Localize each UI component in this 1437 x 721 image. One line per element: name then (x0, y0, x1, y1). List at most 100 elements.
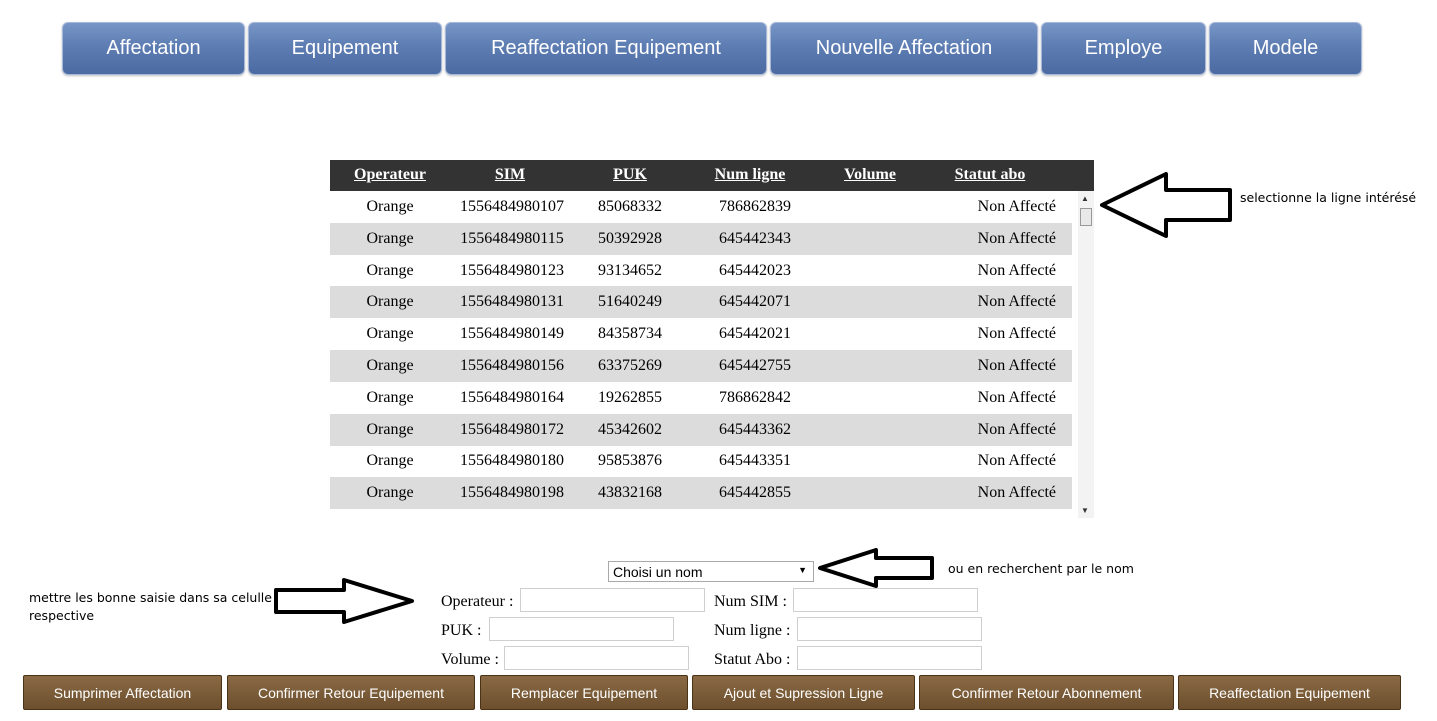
name-select[interactable]: Choisi un nom ▼ (608, 561, 814, 582)
arrow-left-icon (818, 548, 934, 588)
confirmer-retour-abonnement-button[interactable]: Confirmer Retour Abonnement (919, 675, 1174, 710)
cell-operateur: Orange (366, 325, 414, 343)
operateur-input[interactable] (520, 588, 705, 612)
num-sim-label: Num SIM : (714, 593, 787, 610)
supprimer-affectation-button[interactable]: Sumprimer Affectation (23, 675, 222, 710)
confirmer-retour-equipement-button[interactable]: Confirmer Retour Equipement (227, 675, 475, 710)
cell-puk: 45342602 (598, 420, 662, 438)
statut-abo-label: Statut Abo : (714, 651, 791, 668)
num-ligne-input[interactable] (797, 617, 982, 641)
table-row[interactable]: Orange 1556484980198 43832168 645442855 Non … (330, 477, 1072, 510)
cell-puk: 84358734 (598, 325, 662, 343)
table-row[interactable]: Orange 1556484980131 51640249 645442071 Non … (330, 286, 1072, 319)
cell-statut-abo: Non Affecté (977, 388, 1056, 406)
cell-operateur: Orange (366, 388, 414, 406)
cell-puk: 85068332 (598, 198, 662, 215)
cell-statut-abo: Non Affecté (977, 229, 1056, 247)
table-row[interactable]: Orange 1556484980172 45342602 645443362 Non … (330, 413, 1072, 446)
cell-puk: 95853876 (598, 452, 662, 470)
column-header-volume[interactable]: Volume (830, 166, 910, 184)
puk-label: PUK : (441, 622, 482, 639)
cell-puk: 43832168 (598, 484, 662, 502)
cell-sim: 1556484980131 (460, 293, 564, 311)
cell-sim: 1556484980180 (460, 452, 564, 470)
cell-num-ligne: 645443351 (719, 452, 791, 470)
ajout-supression-ligne-button[interactable]: Ajout et Supression Ligne (692, 675, 915, 710)
column-header-puk[interactable]: PUK (590, 166, 670, 184)
annotation-search-name: ou en recherchent par le nom (948, 561, 1134, 576)
remplacer-equipement-button[interactable]: Remplacer Equipement (480, 675, 688, 710)
cell-puk: 19262855 (598, 388, 662, 406)
column-header-num-ligne[interactable]: Num ligne (700, 166, 800, 184)
puk-input[interactable] (489, 617, 674, 641)
cell-operateur: Orange (366, 452, 414, 470)
num-sim-input[interactable] (793, 588, 978, 612)
column-header-operateur[interactable]: Operateur (350, 166, 430, 184)
volume-label: Volume : (441, 651, 499, 668)
scroll-up-icon[interactable]: ▲ (1081, 194, 1089, 203)
table-row[interactable]: Orange 1556484980107 85068332 786862839 Non … (330, 191, 1072, 223)
cell-statut-abo: Non Affecté (977, 293, 1056, 311)
cell-puk: 50392928 (598, 229, 662, 247)
table-row[interactable]: Orange 1556484980149 84358734 645442021 Non … (330, 318, 1072, 350)
nav-modele-button[interactable]: Modele (1209, 22, 1362, 75)
table-row[interactable]: Orange 1556484980156 63375269 645442755 Non … (330, 350, 1072, 382)
num-ligne-label: Num ligne : (714, 622, 791, 639)
cell-puk: 63375269 (598, 357, 662, 374)
column-header-sim[interactable]: SIM (470, 166, 550, 184)
annotation-select-row: selectionne la ligne intérésé (1240, 190, 1417, 205)
nav-nouvelle-affectation-button[interactable]: Nouvelle Affectation (770, 22, 1038, 75)
cell-operateur: Orange (366, 357, 414, 374)
nav-employe-button[interactable]: Employe (1041, 22, 1206, 75)
nav-equipement-button[interactable]: Equipement (248, 22, 442, 75)
cell-num-ligne: 645443362 (719, 420, 791, 438)
volume-input[interactable] (504, 646, 689, 670)
lines-table: Operateur SIM PUK Num ligne Volume Statu… (330, 160, 1094, 518)
cell-num-ligne: 645442755 (719, 357, 791, 374)
scroll-down-icon[interactable]: ▼ (1081, 506, 1089, 515)
arrow-left-icon (1100, 172, 1232, 238)
cell-statut-abo: Non Affecté (977, 261, 1056, 279)
cell-operateur: Orange (366, 198, 414, 215)
top-nav: Affectation Equipement Reaffectation Equ… (62, 22, 1365, 77)
table-row[interactable]: Orange 1556484980123 93134652 645442023 Non … (330, 255, 1072, 287)
table-row[interactable]: Orange 1556484980164 19262855 786862842 Non … (330, 382, 1072, 414)
cell-num-ligne: 786862839 (719, 198, 791, 215)
cell-sim: 1556484980115 (460, 229, 564, 247)
reaffectation-equipement-button[interactable]: Reaffectation Equipement (1178, 675, 1401, 710)
cell-operateur: Orange (366, 261, 414, 279)
operateur-label: Operateur : (441, 593, 514, 610)
nav-affectation-button[interactable]: Affectation (62, 22, 245, 75)
cell-statut-abo: Non Affecté (977, 325, 1056, 343)
column-header-statut-abo[interactable]: Statut abo (940, 166, 1040, 184)
cell-statut-abo: Non Affecté (977, 452, 1056, 470)
table-body: Orange 1556484980107 85068332 786862839 Non … (330, 191, 1072, 518)
nav-reaffectation-equipement-button[interactable]: Reaffectation Equipement (445, 22, 767, 75)
cell-num-ligne: 645442023 (719, 261, 791, 279)
statut-abo-input[interactable] (797, 646, 982, 670)
cell-num-ligne: 645442855 (719, 484, 791, 502)
cell-operateur: Orange (366, 420, 414, 438)
cell-puk: 93134652 (598, 261, 662, 279)
cell-num-ligne: 645442343 (719, 229, 791, 247)
cell-operateur: Orange (366, 293, 414, 311)
table-scrollbar[interactable]: ▲ ▼ (1078, 191, 1094, 518)
cell-statut-abo: Non Affecté (977, 357, 1056, 374)
table-header: Operateur SIM PUK Num ligne Volume Statu… (330, 160, 1094, 191)
table-row[interactable]: Orange 1556484980180 95853876 645443351 Non … (330, 445, 1072, 477)
cell-sim: 1556484980123 (460, 261, 564, 279)
arrow-right-icon (274, 578, 414, 624)
scroll-thumb[interactable] (1080, 208, 1092, 226)
cell-statut-abo: Non Affecté (977, 420, 1056, 438)
cell-operateur: Orange (366, 484, 414, 502)
cell-operateur: Orange (366, 229, 414, 247)
cell-statut-abo: Non Affecté (977, 198, 1056, 215)
cell-sim: 1556484980107 (460, 198, 564, 215)
cell-num-ligne: 645442071 (719, 293, 791, 311)
cell-sim: 1556484980172 (460, 420, 564, 438)
cell-num-ligne: 786862842 (719, 388, 791, 406)
dropdown-arrow-icon: ▼ (798, 565, 807, 575)
table-row[interactable]: Orange 1556484980115 50392928 645442343 Non … (330, 222, 1072, 255)
name-select-value: Choisi un nom (613, 564, 703, 580)
cell-sim: 1556484980149 (460, 325, 564, 343)
